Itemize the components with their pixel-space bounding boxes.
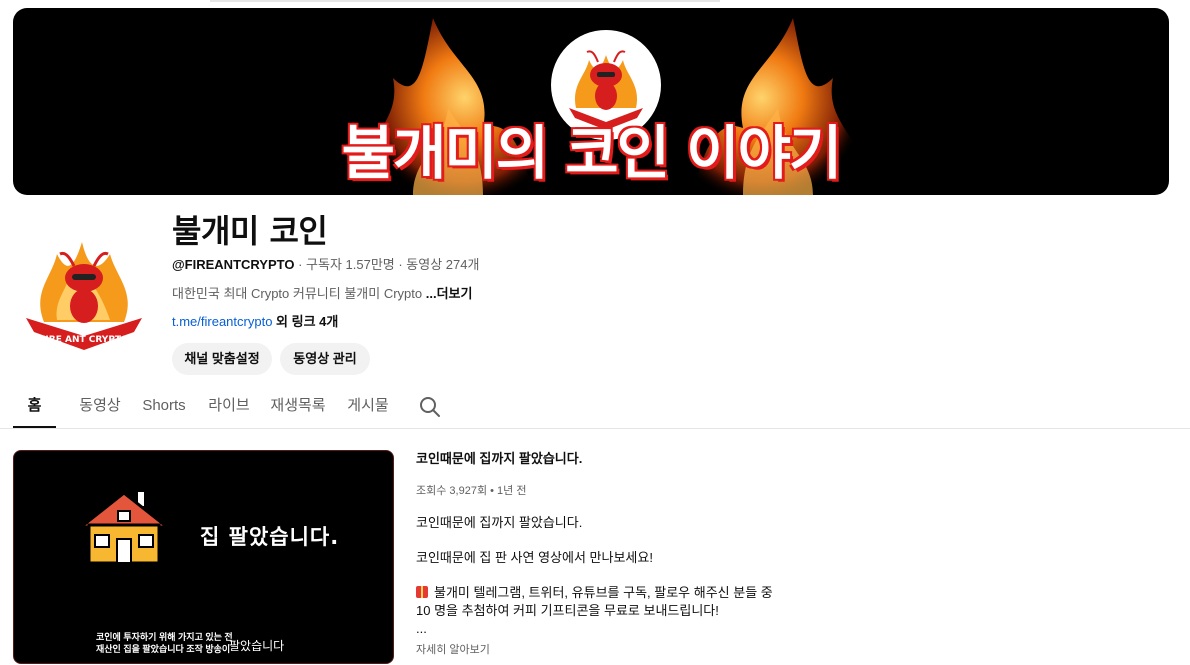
read-more-link[interactable]: 자세히 알아보기	[416, 641, 490, 657]
description-line: 코인때문에 집 판 사연 영상에서 만나보세요!	[416, 550, 653, 565]
tab-home[interactable]: 홈	[13, 385, 56, 428]
featured-video-meta: 조회수 3,927회 • 1년 전	[416, 485, 527, 497]
channel-tabs: 홈 동영상 Shorts 라이브 재생목록 게시물	[0, 385, 1190, 429]
tab-videos[interactable]: 동영상	[72, 385, 128, 428]
thumbnail-title: 집 팔았습니다.	[200, 525, 340, 549]
manage-videos-button[interactable]: 동영상 관리	[280, 343, 370, 375]
tab-live[interactable]: 라이브	[203, 385, 255, 428]
channel-links[interactable]: t.me/fireantcrypto 외 링크 4개	[172, 314, 338, 330]
top-divider	[210, 0, 720, 2]
description-promo: 불개미 텔레그램, 트위터, 유튜브를 구독, 팔로우 해주신 분들 중 10 …	[416, 584, 786, 620]
channel-meta: @FIREANTCRYPTO · 구독자 1.57만명 · 동영상 274개	[172, 257, 479, 273]
tab-shorts[interactable]: Shorts	[138, 385, 190, 428]
gift-icon	[416, 586, 428, 598]
featured-video-thumbnail[interactable]: 집 팔았습니다. 코인에 투자하기 위해 가지고 있는 전 재산인 집을 팔았습…	[13, 450, 394, 664]
channel-stats: · 구독자 1.57만명 · 동영상 274개	[294, 257, 480, 272]
banner-title: 불개미의 코인 이야기	[341, 119, 843, 187]
avatar-logo-text: FIRE ANT CRYPTO	[39, 335, 129, 345]
more-button[interactable]: ...더보기	[426, 286, 473, 301]
thumbnail-caption: 코인에 투자하기 위해 가지고 있는 전 재산인 집을 팔았습니다 조작 방송이	[96, 631, 233, 655]
customize-channel-button[interactable]: 채널 맞춤설정	[172, 343, 272, 375]
channel-avatar[interactable]: FIRE ANT CRYPTO	[22, 232, 147, 357]
channel-description-text: 대한민국 최대 Crypto 커뮤니티 불개미 Crypto	[172, 286, 426, 301]
thumbnail-caption-line-1: 코인에 투자하기 위해 가지고 있는 전	[96, 632, 233, 642]
description-line: 코인때문에 집까지 팔았습니다.	[416, 515, 583, 530]
search-icon[interactable]	[418, 395, 442, 419]
description-promo-text: 불개미 텔레그램, 트위터, 유튜브를 구독, 팔로우 해주신 분들 중 10 …	[416, 585, 773, 618]
tab-posts[interactable]: 게시물	[341, 385, 395, 428]
description-ellipsis: ...	[416, 621, 427, 636]
tab-playlists[interactable]: 재생목록	[266, 385, 330, 428]
featured-video-description: 코인때문에 집까지 팔았습니다. 코인때문에 집 판 사연 영상에서 만나보세요…	[416, 514, 786, 638]
channel-description[interactable]: 대한민국 최대 Crypto 커뮤니티 불개미 Crypto ...더보기	[172, 286, 472, 302]
channel-link[interactable]: t.me/fireantcrypto	[172, 314, 272, 329]
thumbnail-caption-line-2: 재산인 집을 팔았습니다 조작 방송이	[96, 644, 231, 654]
more-links[interactable]: 외 링크 4개	[272, 314, 338, 329]
featured-video-title[interactable]: 코인때문에 집까지 팔았습니다.	[416, 451, 582, 467]
fire-ant-avatar-icon: FIRE ANT CRYPTO	[26, 242, 142, 350]
channel-name: 불개미 코인	[172, 212, 328, 250]
channel-banner: 불개미의 코인 이야기	[13, 8, 1169, 195]
house-icon	[79, 490, 169, 565]
thumbnail-caption-overlay: 팔았습니다	[229, 639, 285, 653]
channel-handle: @FIREANTCRYPTO	[172, 257, 295, 272]
